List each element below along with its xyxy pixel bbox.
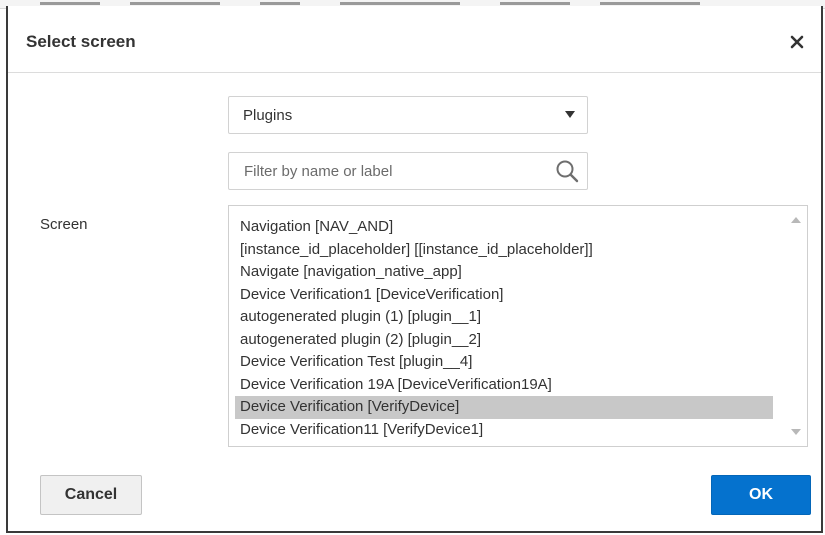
search-icon[interactable] bbox=[555, 159, 579, 183]
screen-list-item[interactable]: [instance_id_placeholder] [[instance_id_… bbox=[235, 239, 773, 262]
category-select-value: Plugins bbox=[243, 107, 293, 124]
screen-list-item[interactable]: autogenerated plugin (1) [plugin__1] bbox=[235, 306, 773, 329]
dialog-header: Select screen bbox=[8, 18, 821, 73]
dialog-title: Select screen bbox=[26, 32, 136, 51]
screen-list-item[interactable]: Device Verification11 [VerifyDevice1] bbox=[235, 419, 773, 442]
scroll-down-arrow-icon[interactable] bbox=[791, 429, 801, 435]
select-screen-dialog: Select screen Plugins Screen Navigation … bbox=[6, 6, 823, 533]
screen-list: Navigation [NAV_AND] [instance_id_placeho… bbox=[235, 216, 773, 441]
screen-list-item[interactable]: Device Verification Test [plugin__4] bbox=[235, 351, 773, 374]
screen-field-label: Screen bbox=[40, 216, 88, 233]
screen-list-item[interactable]: Device Verification1 [DeviceVerification… bbox=[235, 284, 773, 307]
listbox-scrollbar[interactable] bbox=[788, 207, 806, 445]
close-icon bbox=[790, 35, 804, 49]
scroll-up-arrow-icon[interactable] bbox=[791, 217, 801, 223]
filter-input[interactable] bbox=[230, 154, 544, 188]
filter-box bbox=[228, 152, 588, 190]
caret-down-icon bbox=[565, 111, 575, 118]
screen-list-item[interactable]: Device Verification 19A [DeviceVerificat… bbox=[235, 374, 773, 397]
ok-button[interactable]: OK bbox=[711, 475, 811, 515]
screen-list-item[interactable]: Navigate [navigation_native_app] bbox=[235, 261, 773, 284]
screen-listbox[interactable]: Navigation [NAV_AND] [instance_id_placeho… bbox=[228, 205, 808, 447]
screen-list-item[interactable]: Device Verification [VerifyDevice] bbox=[235, 396, 773, 419]
category-select[interactable]: Plugins bbox=[228, 96, 588, 134]
close-button[interactable] bbox=[783, 28, 811, 56]
screen-list-item[interactable]: autogenerated plugin (2) [plugin__2] bbox=[235, 329, 773, 352]
cancel-button[interactable]: Cancel bbox=[40, 475, 142, 515]
screen-list-item[interactable]: Navigation [NAV_AND] bbox=[235, 216, 773, 239]
